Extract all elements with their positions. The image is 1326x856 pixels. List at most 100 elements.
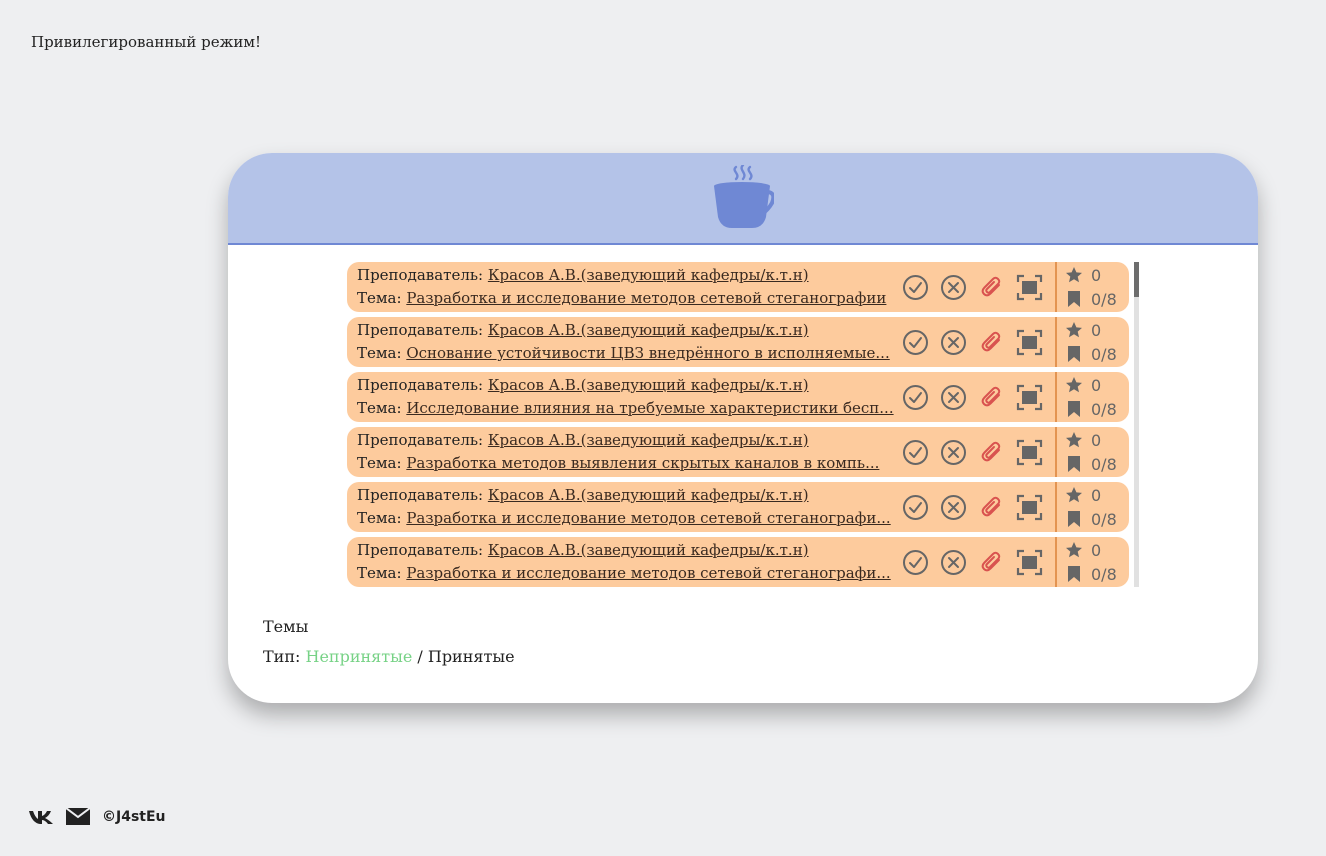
list-item[interactable]: Преподаватель: Красов А.В.(заведующий ка… (347, 317, 1129, 367)
topic-label: Тема: (357, 399, 402, 417)
teacher-line: Преподаватель: Красов А.В.(заведующий ка… (357, 484, 895, 507)
topic-link[interactable]: Разработка и исследование методов сетево… (406, 564, 890, 582)
topic-link[interactable]: Разработка методов выявления скрытых кан… (406, 454, 879, 472)
fullscreen-icon[interactable] (1016, 494, 1043, 521)
stars-count: 0 (1091, 430, 1102, 450)
attachment-icon[interactable] (978, 384, 1005, 411)
accept-icon[interactable] (902, 274, 929, 301)
reject-icon[interactable] (940, 439, 967, 466)
copyright: ©J4stEu (102, 808, 166, 825)
reject-icon[interactable] (940, 274, 967, 301)
item-text: Преподаватель: Красов А.В.(заведующий ка… (357, 264, 895, 310)
topic-link[interactable]: Исследование влияния на требуемые характ… (406, 399, 893, 417)
teacher-link[interactable]: Красов А.В.(заведующий кафедры/к.т.н) (488, 431, 809, 449)
teacher-link[interactable]: Красов А.В.(заведующий кафедры/к.т.н) (488, 376, 809, 394)
teacher-link[interactable]: Красов А.В.(заведующий кафедры/к.т.н) (488, 266, 809, 284)
fullscreen-icon[interactable] (1016, 549, 1043, 576)
attachment-icon[interactable] (978, 439, 1005, 466)
item-actions (902, 549, 1043, 576)
type-accepted-link[interactable]: Принятые (428, 647, 515, 666)
reject-icon-glyph (941, 440, 966, 465)
reject-icon[interactable] (940, 494, 967, 521)
fullscreen-icon[interactable] (1016, 439, 1043, 466)
accept-icon-glyph (903, 550, 928, 575)
teacher-line: Преподаватель: Красов А.В.(заведующий ка… (357, 264, 895, 287)
attachment-icon[interactable] (978, 549, 1005, 576)
teacher-link[interactable]: Красов А.В.(заведующий кафедры/к.т.н) (488, 541, 809, 559)
list-item[interactable]: Преподаватель: Красов А.В.(заведующий ка… (347, 427, 1129, 477)
topic-link[interactable]: Разработка и исследование методов сетево… (406, 289, 886, 307)
attachment-icon[interactable] (978, 494, 1005, 521)
type-unaccepted-link[interactable]: Непринятые (305, 647, 412, 666)
list-item[interactable]: Преподаватель: Красов А.В.(заведующий ка… (347, 537, 1129, 587)
scrollbar[interactable] (1134, 262, 1139, 587)
accept-icon[interactable] (902, 329, 929, 356)
fullscreen-icon-glyph (1016, 329, 1043, 356)
stars-stat: 0 (1065, 373, 1117, 397)
item-actions (902, 439, 1043, 466)
item-divider (1055, 262, 1057, 312)
item-actions (902, 329, 1043, 356)
accept-icon[interactable] (902, 384, 929, 411)
topics-list[interactable]: Преподаватель: Красов А.В.(заведующий ка… (347, 262, 1139, 589)
reject-icon[interactable] (940, 549, 967, 576)
item-divider (1055, 427, 1057, 477)
bookmark-icon (1068, 566, 1080, 582)
teacher-link[interactable]: Красов А.В.(заведующий кафедры/к.т.н) (488, 486, 809, 504)
stars-stat: 0 (1065, 538, 1117, 562)
item-stats: 0 0/8 (1065, 428, 1117, 476)
attachment-icon-glyph (981, 496, 1001, 517)
stars-count: 0 (1091, 485, 1102, 505)
teacher-link[interactable]: Красов А.В.(заведующий кафедры/к.т.н) (488, 321, 809, 339)
page-footer: ©J4stEu (28, 808, 166, 825)
item-stats: 0 0/8 (1065, 318, 1117, 366)
stars-count: 0 (1091, 265, 1102, 285)
bookmark-icon (1068, 456, 1080, 472)
accept-icon[interactable] (902, 494, 929, 521)
attachment-icon[interactable] (978, 274, 1005, 301)
attachment-icon[interactable] (978, 329, 1005, 356)
type-label: Тип: (263, 647, 301, 666)
topic-line: Тема: Основание устойчивости ЦВЗ внедрён… (357, 342, 895, 365)
fullscreen-icon-glyph (1016, 549, 1043, 576)
reject-icon-glyph (941, 495, 966, 520)
star-icon (1066, 542, 1082, 558)
item-text: Преподаватель: Красов А.В.(заведующий ка… (357, 429, 895, 475)
topic-link[interactable]: Основание устойчивости ЦВЗ внедрённого в… (406, 344, 889, 362)
teacher-line: Преподаватель: Красов А.В.(заведующий ка… (357, 429, 895, 452)
topic-label: Тема: (357, 509, 402, 527)
accept-icon[interactable] (902, 439, 929, 466)
list-item[interactable]: Преподаватель: Красов А.В.(заведующий ка… (347, 482, 1129, 532)
topic-link[interactable]: Разработка и исследование методов сетево… (406, 509, 890, 527)
item-text: Преподаватель: Красов А.В.(заведующий ка… (357, 374, 895, 420)
fullscreen-icon[interactable] (1016, 329, 1043, 356)
accept-icon[interactable] (902, 549, 929, 576)
reject-icon-glyph (941, 330, 966, 355)
vk-icon[interactable] (28, 809, 54, 825)
reject-icon[interactable] (940, 384, 967, 411)
attachment-icon-glyph (981, 386, 1001, 407)
reject-icon[interactable] (940, 329, 967, 356)
list-item[interactable]: Преподаватель: Красов А.В.(заведующий ка… (347, 372, 1129, 422)
mail-icon[interactable] (66, 808, 90, 825)
bookmarks-count: 0/8 (1091, 344, 1117, 364)
stars-stat: 0 (1065, 263, 1117, 287)
bookmarks-count: 0/8 (1091, 399, 1117, 419)
attachment-icon-glyph (981, 276, 1001, 297)
star-icon (1066, 377, 1082, 393)
fullscreen-icon-glyph (1016, 439, 1043, 466)
topic-label: Тема: (357, 564, 402, 582)
bookmarks-stat: 0/8 (1065, 287, 1117, 311)
type-filter: Тип: Непринятые / Принятые (263, 642, 515, 672)
bookmarks-stat: 0/8 (1065, 342, 1117, 366)
fullscreen-icon[interactable] (1016, 384, 1043, 411)
accept-icon-glyph (903, 330, 928, 355)
star-icon (1066, 487, 1082, 503)
bookmark-icon (1068, 346, 1080, 362)
scrollbar-thumb[interactable] (1134, 262, 1139, 297)
accept-icon-glyph (903, 385, 928, 410)
fullscreen-icon[interactable] (1016, 274, 1043, 301)
bookmarks-count: 0/8 (1091, 564, 1117, 584)
bookmarks-count: 0/8 (1091, 454, 1117, 474)
list-item[interactable]: Преподаватель: Красов А.В.(заведующий ка… (347, 262, 1129, 312)
